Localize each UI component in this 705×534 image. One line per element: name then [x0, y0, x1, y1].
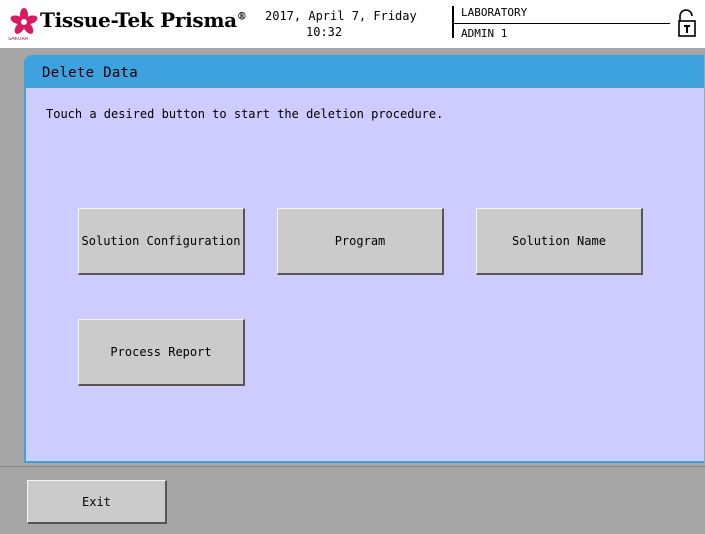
app-logo: Tissue-Tek Prisma® — [40, 8, 247, 32]
brand-sublabel: SAKURA — [8, 37, 29, 42]
brand-name: Tissue-Tek Prisma — [40, 8, 237, 32]
panel-title-bar: Delete Data — [26, 57, 704, 88]
organization-name: LABORATORY — [461, 6, 528, 19]
instruction-text: Touch a desired button to start the dele… — [46, 107, 444, 121]
exit-button[interactable]: Exit — [27, 480, 167, 524]
registered-mark: ® — [236, 11, 247, 23]
header-bar: Tissue-Tek Prisma® SAKURA 2017, April 7,… — [0, 0, 705, 48]
lock-icon[interactable] — [675, 8, 697, 38]
footer-bar: Exit — [0, 466, 705, 534]
panel-title: Delete Data — [42, 65, 139, 81]
process-report-button[interactable]: Process Report — [78, 319, 245, 386]
sakura-flower-icon — [10, 8, 38, 34]
current-date: 2017, April 7, Friday — [265, 9, 417, 23]
delete-data-panel: Delete Data Touch a desired button to st… — [24, 55, 704, 463]
solution-name-button[interactable]: Solution Name — [476, 208, 643, 275]
user-divider — [452, 6, 454, 38]
current-time: 10:32 — [306, 25, 343, 39]
solution-configuration-button[interactable]: Solution Configuration — [78, 208, 245, 275]
user-underline — [454, 23, 670, 24]
user-name: ADMIN 1 — [461, 27, 508, 40]
program-button[interactable]: Program — [277, 208, 444, 275]
